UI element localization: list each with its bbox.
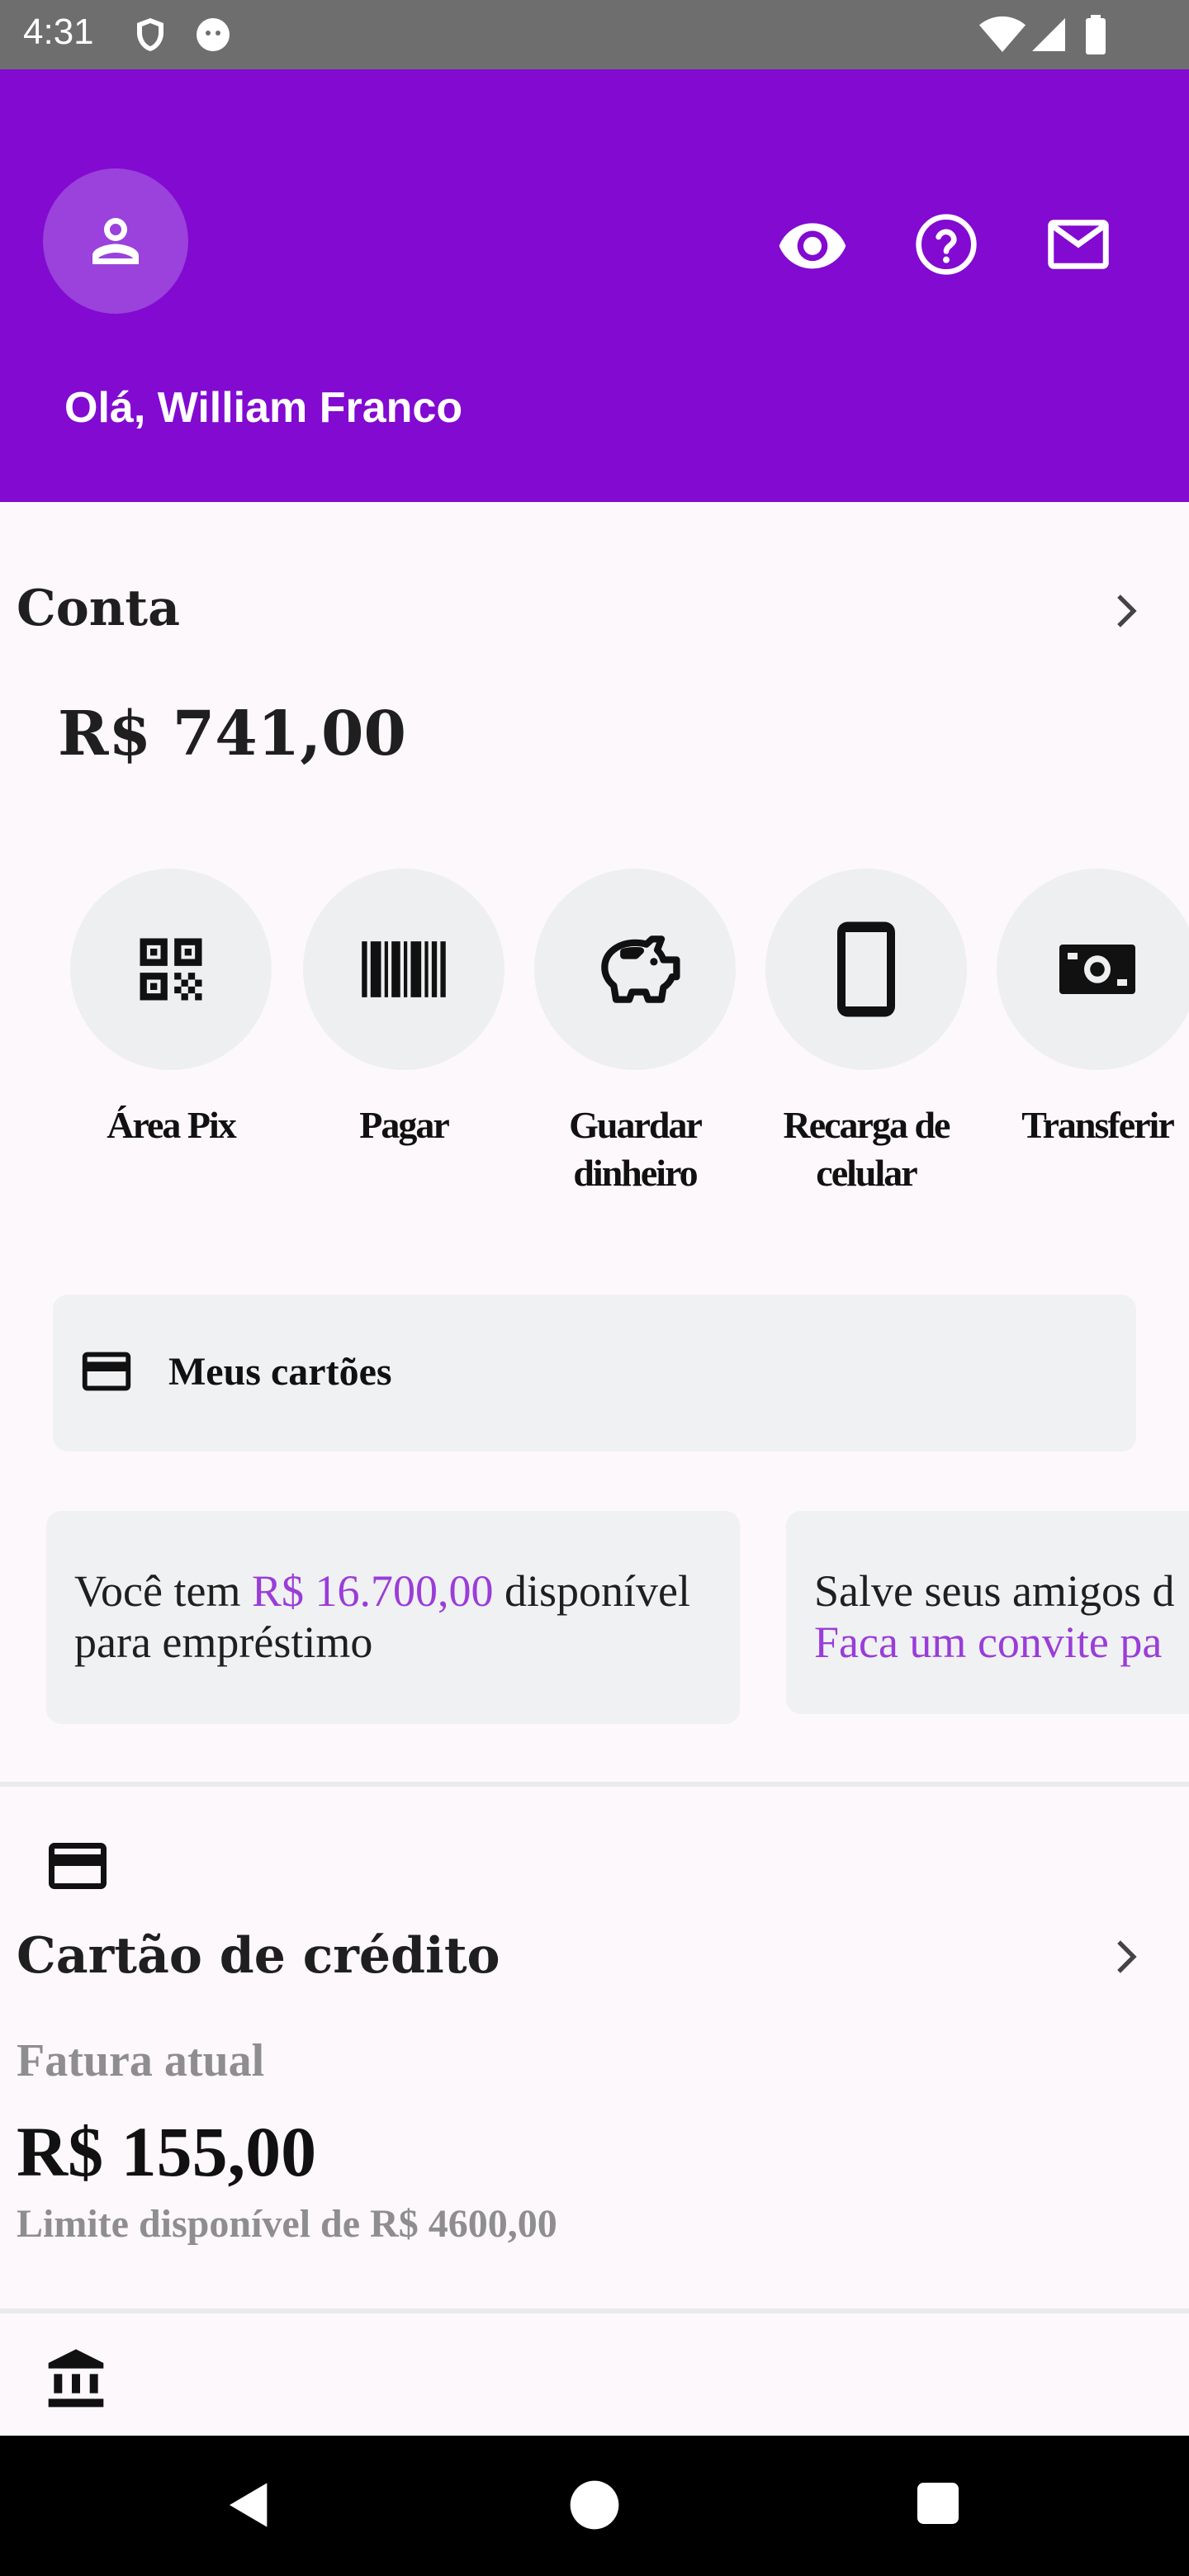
mail-icon [1048, 220, 1109, 269]
promo-loan-text: Você tem R$ 16.700,00 disponível para em… [74, 1565, 690, 1668]
promo-invite-line2: Faca um convite pa [814, 1617, 1163, 1667]
promo-loan-suffix: disponível [493, 1566, 690, 1616]
greeting: Olá, William Franco [64, 384, 463, 432]
action-transferir[interactable]: Transferir [994, 869, 1189, 1149]
system-navigation-bar [0, 2436, 1189, 2576]
bank-icon [48, 2349, 104, 2408]
promo-loan-line2: para empréstimo [74, 1617, 373, 1667]
promo-invite-line1: Salve seus amigos d [814, 1566, 1175, 1616]
action-label: Guardar dinheiro [569, 1104, 703, 1194]
action-recarga-celular[interactable]: Recarga de celular [763, 869, 969, 1197]
promo-loan-amount: R$ 16.700,00 [251, 1566, 494, 1616]
barcode-icon [362, 941, 446, 997]
help-button[interactable] [910, 208, 983, 281]
battery-icon [1086, 15, 1106, 54]
messages-button[interactable] [1042, 208, 1115, 281]
credit-limit-text: Limite disponível de R$ 4600,00 [17, 2202, 557, 2246]
action-label: Pagar [359, 1104, 450, 1146]
home-icon[interactable] [568, 2479, 621, 2531]
back-icon[interactable] [223, 2479, 276, 2531]
toggle-visibility-button[interactable] [776, 208, 849, 281]
action-label: Transferir [1021, 1104, 1175, 1146]
account-title[interactable]: Conta [17, 580, 180, 637]
person-icon [92, 218, 139, 264]
promo-card-invite[interactable]: Salve seus amigos d Faca um convite pa [786, 1511, 1189, 1714]
credit-card-icon [49, 1843, 107, 1889]
current-bill-amount: R$ 155,00 [17, 2112, 317, 2191]
help-icon [916, 214, 977, 275]
chevron-right-icon[interactable] [1101, 1930, 1154, 1983]
promo-loan-prefix: Você tem [74, 1566, 252, 1616]
piggy-bank-icon [601, 935, 680, 1003]
action-area-pix[interactable]: Área Pix [68, 869, 274, 1149]
action-label: Recarga de celular [783, 1104, 951, 1194]
current-bill-label: Fatura atual [17, 2035, 265, 2086]
eye-icon [779, 223, 846, 269]
profile-button[interactable] [43, 168, 188, 314]
recents-icon[interactable] [913, 2479, 963, 2528]
signal-icon [1032, 18, 1065, 51]
wifi-icon [979, 16, 1026, 52]
action-pagar[interactable]: Pagar [301, 869, 507, 1149]
my-cards-button[interactable]: Meus cartões [53, 1295, 1136, 1451]
status-bar: 4:31 [0, 0, 1189, 69]
credit-card-icon [82, 1352, 131, 1391]
phone-icon [837, 921, 895, 1017]
my-cards-label: Meus cartões [168, 1350, 392, 1394]
divider [0, 2308, 1189, 2313]
shield-icon [137, 18, 163, 51]
header: Olá, William Franco [0, 69, 1189, 502]
promo-card-loan[interactable]: Você tem R$ 16.700,00 disponível para em… [46, 1511, 740, 1724]
credit-card-title[interactable]: Cartão de crédito [17, 1927, 500, 1985]
chevron-right-icon[interactable] [1101, 585, 1154, 637]
account-balance: R$ 741,00 [58, 698, 406, 769]
cash-icon [1059, 945, 1135, 994]
qr-code-icon [140, 938, 202, 1001]
status-time: 4:31 [23, 12, 94, 52]
android-face-icon [197, 18, 230, 51]
divider [0, 1782, 1189, 1787]
action-guardar-dinheiro[interactable]: Guardar dinheiro [532, 869, 738, 1197]
promo-invite-text: Salve seus amigos d Faca um convite pa [814, 1565, 1174, 1668]
action-label: Área Pix [107, 1104, 237, 1146]
